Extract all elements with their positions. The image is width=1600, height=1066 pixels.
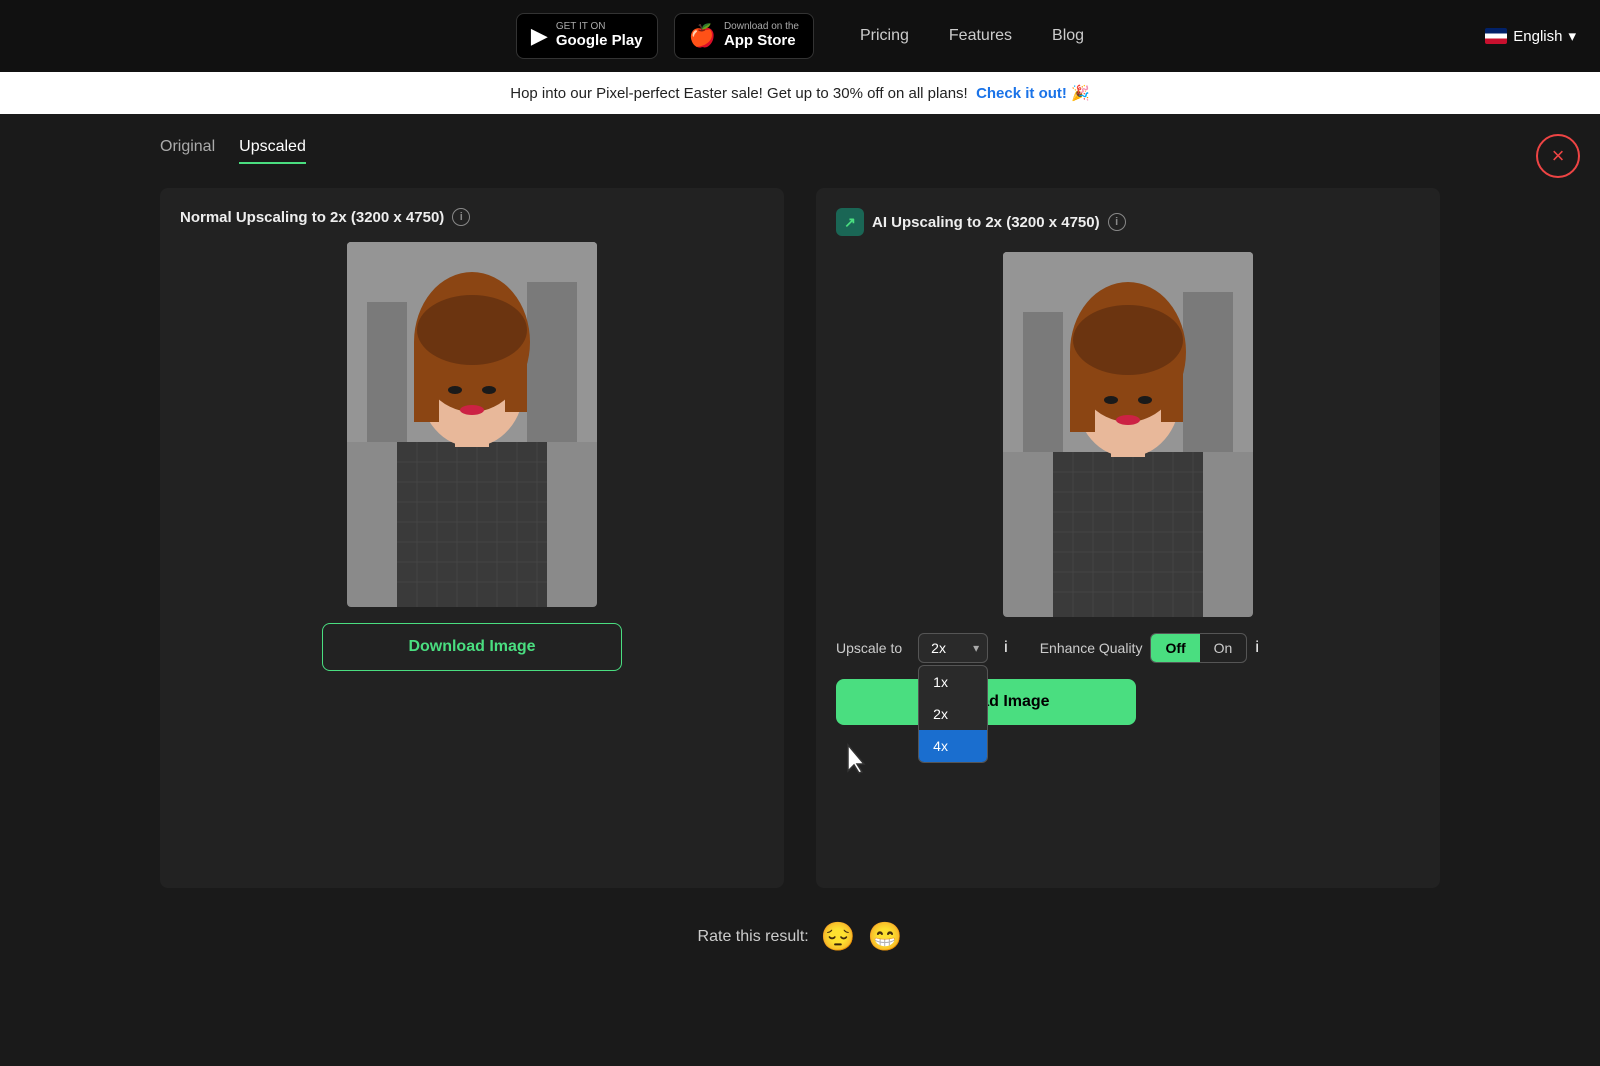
upscale-controls: Upscale to 2x ▾ 1x 2x 4x i Enhance Quali (836, 633, 1420, 663)
right-portrait-image (1003, 252, 1253, 617)
rating-label: Rate this result: (698, 928, 809, 946)
nav-links: Pricing Features Blog (860, 27, 1084, 45)
left-info-icon[interactable]: i (452, 208, 470, 226)
google-play-text: GET IT ON Google Play (556, 22, 643, 50)
unhappy-rating-button[interactable]: 😔 (821, 920, 856, 953)
toggle-on-button[interactable]: On (1200, 634, 1247, 662)
enhance-info-icon[interactable]: i (1255, 639, 1259, 657)
google-play-button[interactable]: ▶ GET IT ON Google Play (516, 13, 658, 59)
upscale-to-label: Upscale to (836, 640, 902, 656)
left-portrait-svg (347, 242, 597, 607)
main-content: × Original Upscaled Normal Upscaling to … (0, 114, 1600, 993)
upscale-dropdown-menu: 1x 2x 4x (918, 665, 988, 763)
view-tabs: Original Upscaled (160, 138, 1440, 164)
left-panel-title: Normal Upscaling to 2x (3200 x 4750) i (180, 208, 764, 226)
right-panel: ↗ AI Upscaling to 2x (3200 x 4750) i (816, 188, 1440, 888)
promo-emoji: 🎉 (1071, 85, 1090, 102)
language-selector[interactable]: English ▾ (1485, 27, 1576, 45)
chevron-down-icon: ▾ (1568, 27, 1576, 45)
close-icon: × (1552, 143, 1565, 169)
apple-icon: 🍎 (689, 23, 716, 49)
app-store-button[interactable]: 🍎 Download on the App Store (674, 13, 814, 59)
toggle-off-button[interactable]: Off (1151, 634, 1199, 662)
left-download-button[interactable]: Download Image (322, 623, 622, 671)
upscale-dropdown-wrapper: 2x ▾ 1x 2x 4x (918, 633, 988, 663)
left-image-container (180, 242, 764, 607)
top-navigation: ▶ GET IT ON Google Play 🍎 Download on th… (0, 0, 1600, 72)
happy-rating-button[interactable]: 😁 (868, 920, 903, 953)
right-panel-title: ↗ AI Upscaling to 2x (3200 x 4750) i (836, 208, 1420, 236)
dropdown-item-1x[interactable]: 1x (919, 666, 987, 698)
right-info-icon[interactable]: i (1108, 213, 1126, 231)
upscale-info-icon[interactable]: i (1004, 639, 1008, 657)
dropdown-item-2x[interactable]: 2x (919, 698, 987, 730)
enhance-quality-group: Enhance Quality Off On i (1040, 633, 1259, 663)
promo-text: Hop into our Pixel-perfect Easter sale! … (510, 85, 967, 102)
left-panel: Normal Upscaling to 2x (3200 x 4750) i (160, 188, 784, 888)
google-play-icon: ▶ (531, 23, 548, 49)
dropdown-chevron-icon: ▾ (973, 641, 979, 655)
promo-banner: Hop into our Pixel-perfect Easter sale! … (0, 72, 1600, 114)
rating-section: Rate this result: 😔 😁 (160, 920, 1440, 953)
enhance-quality-label: Enhance Quality (1040, 640, 1143, 656)
left-portrait-image (347, 242, 597, 607)
right-portrait-svg (1003, 252, 1253, 617)
close-button[interactable]: × (1536, 134, 1580, 178)
dropdown-item-4x[interactable]: 4x (919, 730, 987, 762)
tab-upscaled[interactable]: Upscaled (239, 138, 306, 164)
blog-link[interactable]: Blog (1052, 27, 1084, 45)
ai-upscale-icon: ↗ (836, 208, 864, 236)
right-image-container (836, 252, 1420, 617)
enhance-quality-toggle: Off On (1150, 633, 1247, 663)
promo-link[interactable]: Check it out! (976, 85, 1067, 102)
upscale-dropdown[interactable]: 2x ▾ (918, 633, 988, 663)
pricing-link[interactable]: Pricing (860, 27, 909, 45)
language-label: English (1513, 28, 1562, 45)
comparison-panels: Normal Upscaling to 2x (3200 x 4750) i (160, 188, 1440, 888)
flag-icon (1485, 28, 1507, 44)
app-store-text: Download on the App Store (724, 22, 799, 50)
cursor-icon (846, 743, 870, 775)
left-download-area: Download Image (180, 623, 764, 671)
tab-original[interactable]: Original (160, 138, 215, 164)
features-link[interactable]: Features (949, 27, 1012, 45)
